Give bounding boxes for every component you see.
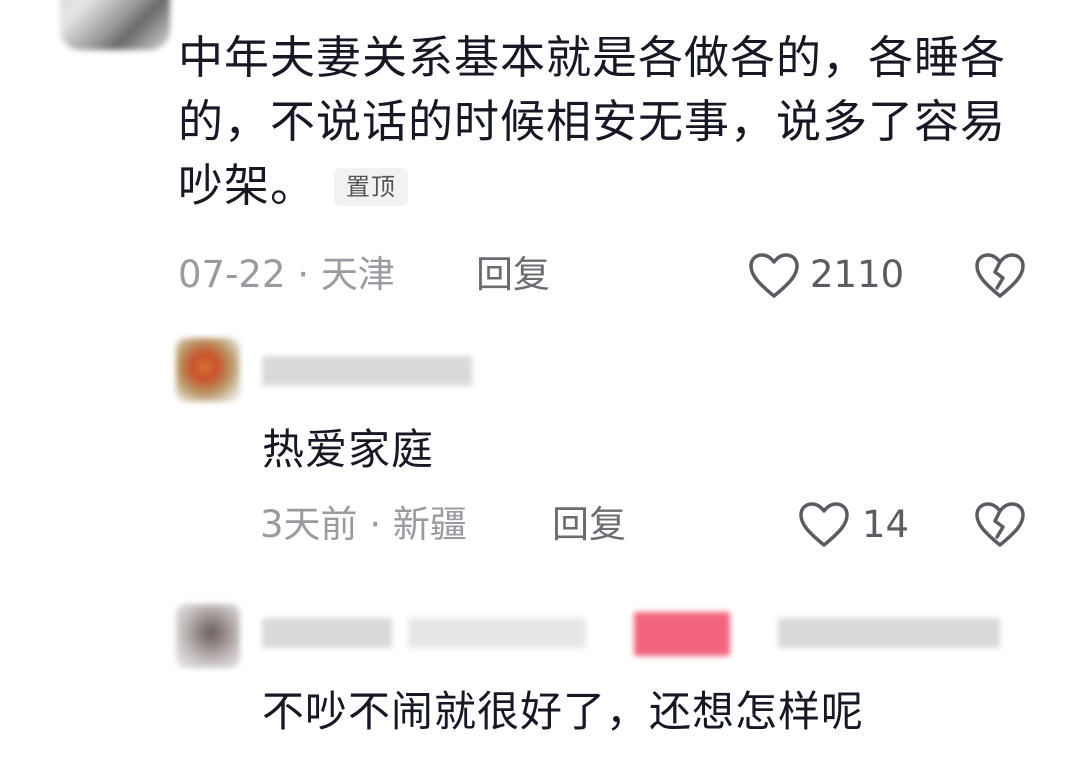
pinned-badge: 置顶	[334, 168, 409, 206]
comment-location: 天津	[320, 253, 395, 296]
like-count: 2110	[810, 253, 905, 296]
broken-heart-icon[interactable]	[974, 252, 1026, 300]
reply-date: 3天前	[260, 503, 358, 546]
reply-button[interactable]: 回复	[552, 502, 626, 548]
reply-avatar[interactable]	[176, 604, 240, 668]
reply-username[interactable]	[262, 618, 392, 648]
reply-meta: 3天前 · 新疆	[260, 502, 467, 548]
reply-avatar[interactable]	[176, 338, 240, 402]
reply-text: 热爱家庭	[262, 425, 435, 474]
heart-outline-icon[interactable]	[798, 501, 850, 549]
like-count: 14	[862, 503, 910, 546]
reply-username[interactable]	[262, 356, 472, 386]
meta-separator: ·	[297, 253, 310, 296]
reply-text: 不吵不闹就很好了，还想怎样呢	[262, 687, 865, 736]
meta-separator: ·	[369, 503, 382, 546]
reply-button[interactable]: 回复	[476, 252, 550, 298]
reply-location: 新疆	[392, 503, 467, 546]
comment-meta: 07-22 · 天津	[178, 252, 395, 298]
author-tag	[634, 612, 730, 656]
reply-username[interactable]	[778, 618, 1000, 648]
comment-body: 中年夫妻关系基本就是各做各的，各睡各的，不说话的时候相安无事，说多了容易吵架。	[178, 31, 1007, 212]
commenter-avatar[interactable]	[60, 0, 170, 50]
heart-outline-icon[interactable]	[748, 252, 800, 300]
comment-date: 07-22	[178, 253, 286, 296]
broken-heart-icon[interactable]	[974, 501, 1026, 549]
reply-username[interactable]	[408, 618, 586, 648]
comment-text: 中年夫妻关系基本就是各做各的，各睡各的，不说话的时候相安无事，说多了容易吵架。置…	[178, 26, 1048, 218]
